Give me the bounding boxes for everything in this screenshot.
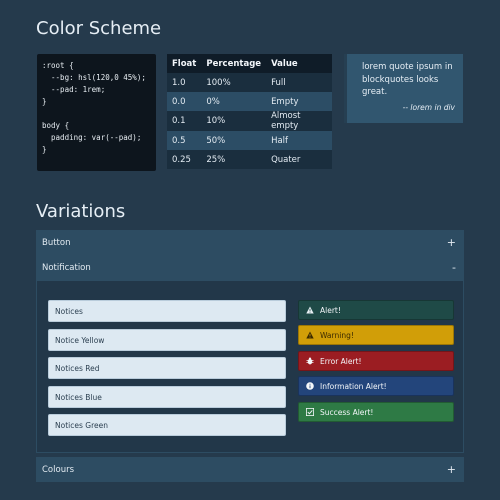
notice-default: Notices (48, 300, 286, 322)
table-header: Float (167, 54, 202, 73)
accordion-header-button[interactable]: Button + (36, 230, 464, 255)
info-icon (306, 382, 314, 390)
warning-icon (306, 306, 314, 314)
variations-heading: Variations (36, 201, 126, 222)
table-row: 0.0 0% Empty (167, 92, 332, 111)
code-line: --bg: hsl(120,0 45%); (42, 73, 146, 82)
expand-icon: + (446, 463, 456, 476)
collapse-icon: - (452, 261, 456, 274)
table-cell: Empty (266, 92, 332, 111)
accordion-label: Notification (42, 262, 91, 273)
table-header: Value (266, 54, 332, 73)
blockquote-text: lorem quote ipsum in blockquotes looks g… (362, 62, 453, 97)
table-cell: 0.1 (167, 111, 202, 131)
value-table: Float Percentage Value 1.0 100% Full 0.0… (167, 54, 332, 169)
table-cell: Full (266, 73, 332, 92)
alert-warning: Warning! (298, 325, 454, 345)
alert-error: Error Alert! (298, 351, 454, 371)
code-line: --pad: 1rem; (42, 85, 106, 94)
warning-icon (306, 331, 314, 339)
table-cell: 0.25 (167, 150, 202, 169)
alert-success: Success Alert! (298, 402, 454, 422)
accordion-header-notification[interactable]: Notification - (36, 255, 464, 280)
check-square-icon (306, 408, 314, 416)
expand-icon: + (446, 236, 456, 249)
code-line: padding: var(--pad); (42, 133, 142, 142)
code-line: } (42, 97, 47, 106)
alert-label: Alert! (320, 305, 341, 315)
table-row: 0.5 50% Half (167, 131, 332, 150)
table-cell: 0% (201, 92, 267, 111)
table-cell: 0.5 (167, 131, 202, 150)
table-row: 0.25 25% Quater (167, 150, 332, 169)
notice-blue: Notices Blue (48, 386, 286, 408)
alert-label: Error Alert! (320, 356, 362, 366)
color-scheme-heading: Color Scheme (36, 18, 162, 39)
table-header-row: Float Percentage Value (167, 54, 332, 73)
table-cell: Quater (266, 150, 332, 169)
alert-default: Alert! (298, 300, 454, 320)
table-cell: 25% (201, 150, 267, 169)
accordion-label: Button (42, 237, 71, 248)
table-header: Percentage (201, 54, 267, 73)
accordion-header-colours[interactable]: Colours + (36, 457, 464, 482)
table-cell: 1.0 (167, 73, 202, 92)
table-cell: Half (266, 131, 332, 150)
code-line: body { (42, 121, 70, 130)
table-row: 0.1 10% Almost empty (167, 111, 332, 131)
table-row: 1.0 100% Full (167, 73, 332, 92)
notice-yellow: Notice Yellow (48, 329, 286, 351)
code-line: } (42, 145, 47, 154)
table-cell: 100% (201, 73, 267, 92)
code-block: :root { --bg: hsl(120,0 45%); --pad: 1re… (37, 54, 156, 171)
table-cell: 0.0 (167, 92, 202, 111)
alert-label: Information Alert! (320, 381, 387, 391)
alert-label: Warning! (320, 330, 354, 340)
notice-red: Notices Red (48, 357, 286, 379)
blockquote: lorem quote ipsum in blockquotes looks g… (344, 54, 463, 123)
notice-green: Notices Green (48, 414, 286, 436)
alert-label: Success Alert! (320, 407, 374, 417)
table-cell: 50% (201, 131, 267, 150)
alert-info: Information Alert! (298, 376, 454, 396)
blockquote-cite: -- lorem in div (402, 102, 455, 112)
accordion-label: Colours (42, 464, 75, 475)
code-line: :root { (42, 61, 74, 70)
table-cell: Almost empty (266, 111, 332, 131)
table-cell: 10% (201, 111, 267, 131)
bug-icon (306, 357, 314, 365)
